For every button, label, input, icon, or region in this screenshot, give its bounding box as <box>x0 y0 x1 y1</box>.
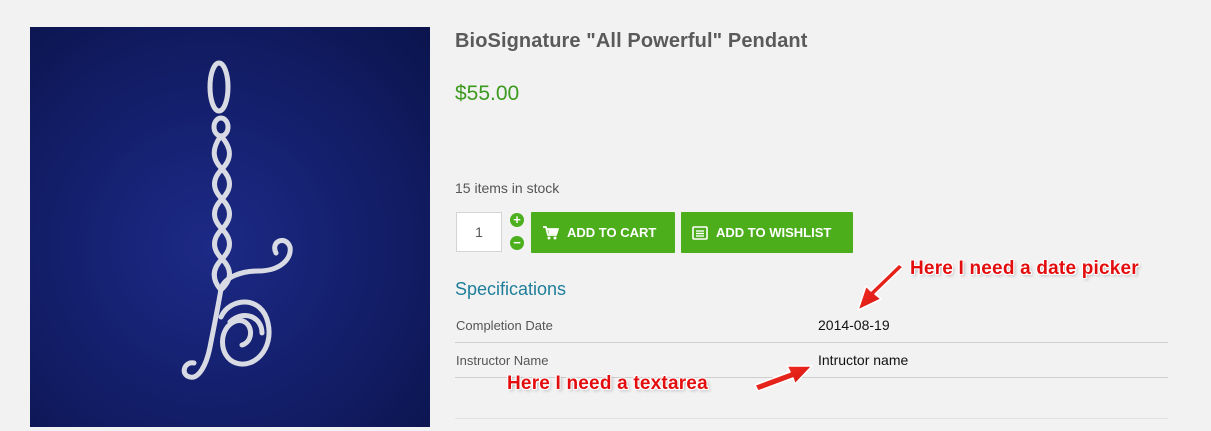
product-price: $55.00 <box>455 82 520 105</box>
add-to-cart-label: ADD TO CART <box>567 225 657 240</box>
textarea-annotation: Here I need a textarea <box>507 373 708 394</box>
quantity-input[interactable] <box>456 212 502 252</box>
spec-row-completion-date: Completion Date 2014-08-19 <box>455 308 1168 343</box>
product-title: BioSignature "All Powerful" Pendant <box>455 30 808 52</box>
product-image[interactable] <box>30 27 430 427</box>
spec-key: Completion Date <box>455 308 818 343</box>
pendant-image <box>181 60 293 380</box>
add-to-wishlist-button[interactable]: ADD TO WISHLIST <box>681 212 853 253</box>
quantity-increase-button[interactable]: + <box>510 213 524 227</box>
add-to-wishlist-label: ADD TO WISHLIST <box>716 225 832 240</box>
quantity-decrease-button[interactable]: − <box>510 236 524 250</box>
arrow-to-date-icon <box>857 263 904 311</box>
spec-value-instructor-name: Intructor name <box>818 342 1168 378</box>
shopping-cart-icon <box>543 225 561 240</box>
specifications-heading: Specifications <box>455 279 567 299</box>
spec-value-completion-date: 2014-08-19 <box>818 308 1168 343</box>
stock-status: 15 items in stock <box>455 180 560 196</box>
list-icon <box>692 225 710 240</box>
date-picker-annotation: Here I need a date picker <box>910 258 1139 279</box>
specifications-table: Completion Date 2014-08-19 Instructor Na… <box>455 308 1168 378</box>
add-to-cart-button[interactable]: ADD TO CART <box>531 212 675 253</box>
divider <box>455 418 1168 419</box>
